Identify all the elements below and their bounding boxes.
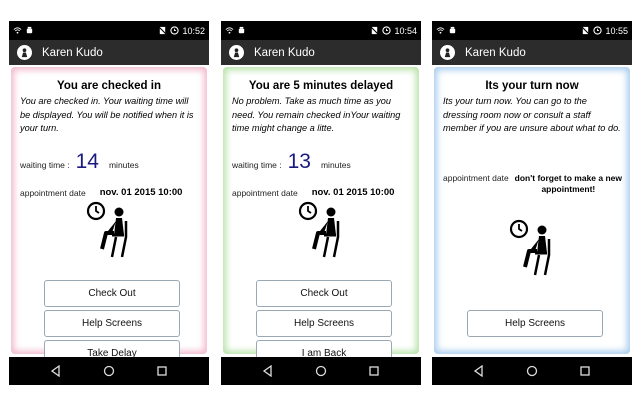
app-user-name: Karen Kudo <box>254 46 315 59</box>
card-title: You are checked in <box>57 80 161 92</box>
card-title: You are 5 minutes delayed <box>248 80 394 92</box>
status-bar: 10:52 <box>9 21 209 40</box>
take-delay-button[interactable]: Take Delay <box>44 340 180 357</box>
waiting-time-unit: minutes <box>108 160 139 170</box>
android-icon <box>26 26 33 34</box>
status-bar: 10:55 <box>432 21 632 40</box>
wifi-icon <box>13 27 22 34</box>
alarm-icon <box>593 26 603 35</box>
card-message: No problem. Take as much time as you nee… <box>232 96 401 133</box>
app-bar: Karen Kudo <box>9 40 209 65</box>
help-screens-button[interactable]: Help Screens <box>44 310 180 337</box>
waiting-time-value: 13 <box>287 150 311 173</box>
i-am-back-button[interactable]: I am Back <box>256 340 392 357</box>
status-time: 10:52 <box>182 25 205 36</box>
appointment-label: appointment date <box>232 187 298 198</box>
user-avatar-icon[interactable] <box>17 45 32 60</box>
help-screens-button[interactable]: Help Screens <box>467 310 603 337</box>
phone-screen-your-turn: 10:55 Karen Kudo Its your turn now Its y… <box>432 21 632 385</box>
status-card: You are checked in You are checked in. Y… <box>11 67 207 357</box>
person-waiting-with-clock-icon <box>86 201 128 258</box>
waiting-time-row: waiting time : 14 minutes <box>20 150 139 174</box>
app-user-name: Karen Kudo <box>42 46 103 59</box>
app-bar: Karen Kudo <box>432 40 632 65</box>
nav-bar <box>221 357 421 385</box>
waiting-time-label: waiting time : <box>20 160 70 170</box>
nav-bar <box>9 357 209 385</box>
appointment-row: appointment date nov. 01 2015 10:00 <box>232 187 413 198</box>
status-bar: 10:54 <box>221 21 421 40</box>
waiting-time-value: 14 <box>75 150 99 173</box>
waiting-time-unit: minutes <box>320 160 351 170</box>
check-out-button[interactable]: Check Out <box>44 280 180 307</box>
alarm-icon <box>382 26 392 35</box>
status-card: You are 5 minutes delayed No problem. Ta… <box>223 67 419 357</box>
phone-screen-checked-in: 10:52 Karen Kudo You are checked in You … <box>9 21 209 385</box>
recents-icon[interactable] <box>577 363 593 379</box>
app-user-name: Karen Kudo <box>465 46 526 59</box>
card-message: You are checked in. Your waiting time wi… <box>20 96 194 133</box>
user-avatar-icon[interactable] <box>440 45 455 60</box>
appointment-row: appointment date don't forget to make a … <box>443 173 626 195</box>
android-icon <box>449 26 456 34</box>
no-sim-icon <box>158 26 167 35</box>
help-screens-button[interactable]: Help Screens <box>256 310 392 337</box>
person-waiting-with-clock-icon <box>509 219 551 276</box>
person-waiting-with-clock-icon <box>298 201 340 258</box>
recents-icon[interactable] <box>154 363 170 379</box>
back-icon[interactable] <box>471 363 487 379</box>
card-title: Its your turn now <box>485 80 579 92</box>
appointment-label: appointment date <box>443 173 509 183</box>
status-time: 10:54 <box>394 25 417 36</box>
main-content: You are checked in You are checked in. Y… <box>9 65 209 357</box>
wifi-icon <box>436 27 445 34</box>
alarm-icon <box>170 26 180 35</box>
back-icon[interactable] <box>48 363 64 379</box>
nav-bar <box>432 357 632 385</box>
back-icon[interactable] <box>260 363 276 379</box>
no-sim-icon <box>581 26 590 35</box>
home-icon[interactable] <box>524 363 540 379</box>
recents-icon[interactable] <box>366 363 382 379</box>
waiting-time-label: waiting time : <box>232 160 282 170</box>
home-icon[interactable] <box>101 363 117 379</box>
new-appointment-reminder: don't forget to make a new appointment! <box>514 173 623 194</box>
status-time: 10:55 <box>605 25 628 36</box>
user-avatar-icon[interactable] <box>229 45 244 60</box>
appointment-date: nov. 01 2015 10:00 <box>311 187 395 198</box>
check-out-button[interactable]: Check Out <box>256 280 392 307</box>
waiting-time-row: waiting time : 13 minutes <box>232 150 351 174</box>
appointment-row: appointment date nov. 01 2015 10:00 <box>20 187 201 198</box>
status-card: Its your turn now Its your turn now. You… <box>434 67 630 354</box>
no-sim-icon <box>370 26 379 35</box>
appointment-label: appointment date <box>20 187 86 198</box>
phone-screen-delayed: 10:54 Karen Kudo You are 5 minutes delay… <box>221 21 421 385</box>
android-icon <box>238 26 245 34</box>
main-content: You are 5 minutes delayed No problem. Ta… <box>221 65 421 357</box>
appointment-date: nov. 01 2015 10:00 <box>99 187 183 198</box>
app-bar: Karen Kudo <box>221 40 421 65</box>
card-message: Its your turn now. You can go to the dre… <box>443 96 621 133</box>
main-content: Its your turn now Its your turn now. You… <box>432 65 632 357</box>
wifi-icon <box>225 27 234 34</box>
home-icon[interactable] <box>313 363 329 379</box>
